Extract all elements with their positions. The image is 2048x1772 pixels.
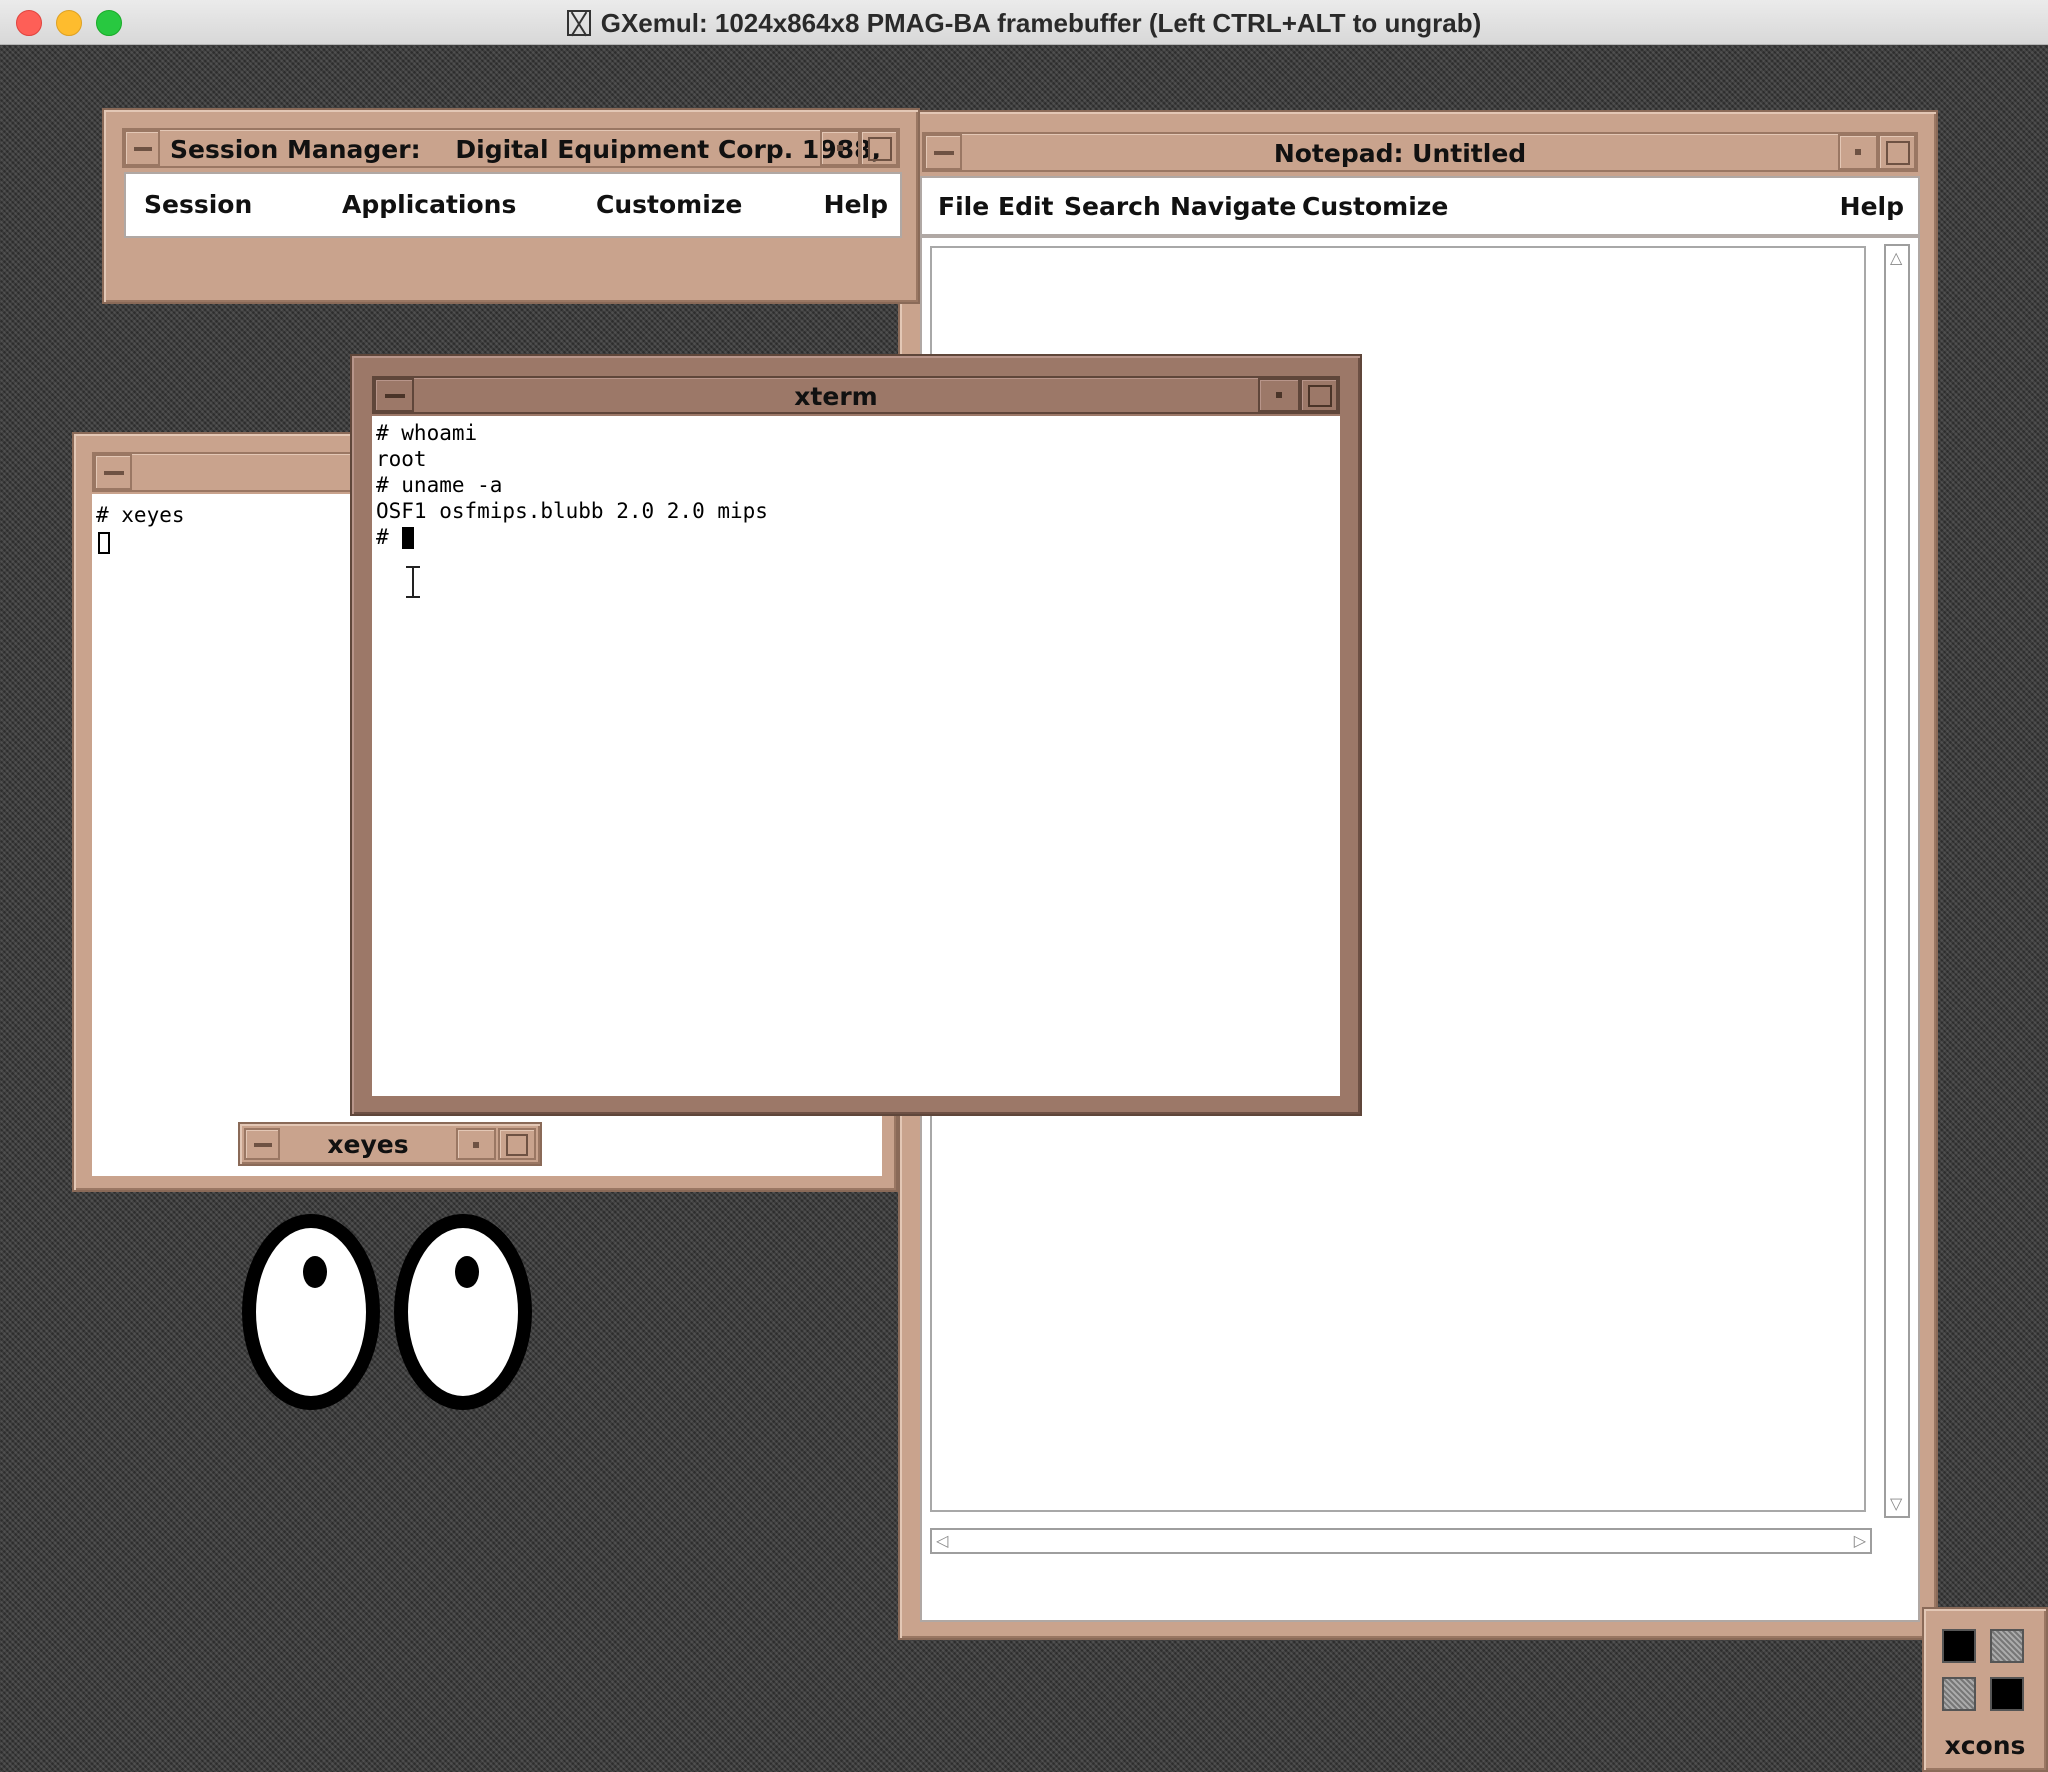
window-menu-icon — [104, 471, 124, 475]
xeyes-titlebar[interactable]: xeyes — [238, 1122, 542, 1166]
left-eye — [242, 1214, 380, 1410]
right-eye — [394, 1214, 532, 1410]
maximize-button[interactable] — [1300, 378, 1338, 412]
session-manager-title: Session Manager: Digital Equipment Corp.… — [170, 135, 881, 164]
xterm-title: xterm — [794, 382, 878, 411]
right-pupil — [455, 1256, 479, 1288]
scroll-left-arrow-icon[interactable]: ◁ — [936, 1533, 948, 1549]
xcons-label: xcons — [1944, 1731, 2026, 1760]
window-menu-button[interactable] — [94, 454, 132, 490]
session-manager-menubar: Session Applications Customize Help — [124, 172, 902, 238]
notepad-title: Notepad: Untitled — [1273, 139, 1527, 168]
scroll-down-arrow-icon[interactable]: ▽ — [1890, 1496, 1902, 1512]
notepad-vertical-scrollbar[interactable]: △ ▽ — [1884, 244, 1910, 1518]
x11-icon — [566, 10, 591, 36]
menu-applications[interactable]: Applications — [342, 190, 516, 219]
window-menu-button[interactable] — [124, 130, 160, 166]
terminal-line: # whoami — [376, 421, 478, 445]
minimize-button[interactable] — [1838, 134, 1878, 170]
window-menu-icon — [254, 1143, 272, 1147]
menu-customize[interactable]: Customize — [1302, 192, 1448, 221]
xcons-icon — [1938, 1623, 2034, 1719]
terminal-line: # xeyes — [96, 503, 185, 527]
maximize-icon — [506, 1134, 528, 1156]
window-menu-icon — [934, 151, 954, 155]
maximize-icon — [1886, 141, 1910, 165]
terminal-cursor — [98, 532, 110, 554]
minimize-icon — [1855, 149, 1861, 155]
minimize-icon — [473, 1142, 479, 1148]
text-i-beam-cursor-icon — [406, 566, 420, 598]
menu-edit[interactable]: Edit — [998, 192, 1054, 221]
menu-navigate[interactable]: Navigate — [1170, 192, 1296, 221]
xeyes-title: xeyes — [327, 1130, 409, 1159]
session-manager-titlebar[interactable]: Session Manager: Digital Equipment Corp.… — [122, 128, 900, 168]
xcons-square-icon — [1990, 1677, 2024, 1711]
host-titlebar: GXemul: 1024x864x8 PMAG-BA framebuffer (… — [0, 0, 2048, 45]
window-menu-button[interactable] — [244, 1128, 280, 1160]
terminal-line: # uname -a — [376, 473, 503, 497]
window-menu-button[interactable] — [374, 378, 414, 412]
left-pupil — [303, 1256, 327, 1288]
xcons-square-icon — [1990, 1629, 2024, 1663]
notepad-titlebar[interactable]: Notepad: Untitled — [922, 132, 1918, 172]
notepad-horizontal-scrollbar[interactable]: ◁ ▷ — [930, 1528, 1872, 1554]
menu-file[interactable]: File — [938, 192, 989, 221]
maximize-button[interactable] — [498, 1128, 536, 1160]
session-manager-window: Session Manager: Digital Equipment Corp.… — [102, 108, 920, 304]
xterm-content[interactable]: # whoami root # uname -a OSF1 osfmips.bl… — [372, 416, 1340, 1096]
minimize-button[interactable] — [456, 1128, 496, 1160]
window-menu-button[interactable] — [924, 134, 962, 170]
minimize-button[interactable] — [820, 130, 860, 166]
minimize-icon — [837, 145, 843, 151]
xterm-window: xterm # whoami root # uname -a OSF1 osfm… — [350, 354, 1362, 1116]
menu-customize[interactable]: Customize — [596, 190, 742, 219]
menu-search[interactable]: Search — [1064, 192, 1161, 221]
terminal-block-cursor — [402, 527, 414, 549]
xcons-icon-window[interactable]: xcons — [1922, 1607, 2048, 1772]
maximize-icon — [868, 137, 892, 161]
terminal-line: OSF1 osfmips.blubb 2.0 2.0 mips — [376, 499, 768, 523]
minimize-icon — [1276, 392, 1282, 398]
scroll-up-arrow-icon[interactable]: △ — [1890, 250, 1902, 266]
window-menu-icon — [385, 394, 405, 398]
window-menu-icon — [134, 147, 152, 151]
host-title-text: GXemul: 1024x864x8 PMAG-BA framebuffer (… — [600, 8, 1482, 38]
xcons-square-icon — [1942, 1677, 1976, 1711]
maximize-icon — [1308, 385, 1332, 407]
host-window-title: GXemul: 1024x864x8 PMAG-BA framebuffer (… — [0, 8, 2048, 39]
background-terminal-titlebar[interactable] — [92, 452, 392, 492]
terminal-line: root — [376, 447, 427, 471]
scroll-right-arrow-icon[interactable]: ▷ — [1854, 1533, 1866, 1549]
menu-help[interactable]: Help — [824, 190, 888, 219]
terminal-prompt-line: # — [376, 525, 402, 549]
notepad-menubar: File Edit Search Navigate Customize Help — [920, 176, 1920, 236]
maximize-button[interactable] — [1878, 134, 1916, 170]
xcons-square-icon — [1942, 1629, 1976, 1663]
xterm-titlebar[interactable]: xterm — [372, 376, 1340, 414]
xeyes-window: xeyes — [238, 1122, 542, 1422]
menu-help[interactable]: Help — [1840, 192, 1904, 221]
x11-desktop[interactable]: Notepad: Untitled File Edit Search Navig… — [0, 45, 2048, 1772]
menu-session[interactable]: Session — [144, 190, 252, 219]
minimize-button[interactable] — [1258, 378, 1300, 412]
maximize-button[interactable] — [860, 130, 898, 166]
